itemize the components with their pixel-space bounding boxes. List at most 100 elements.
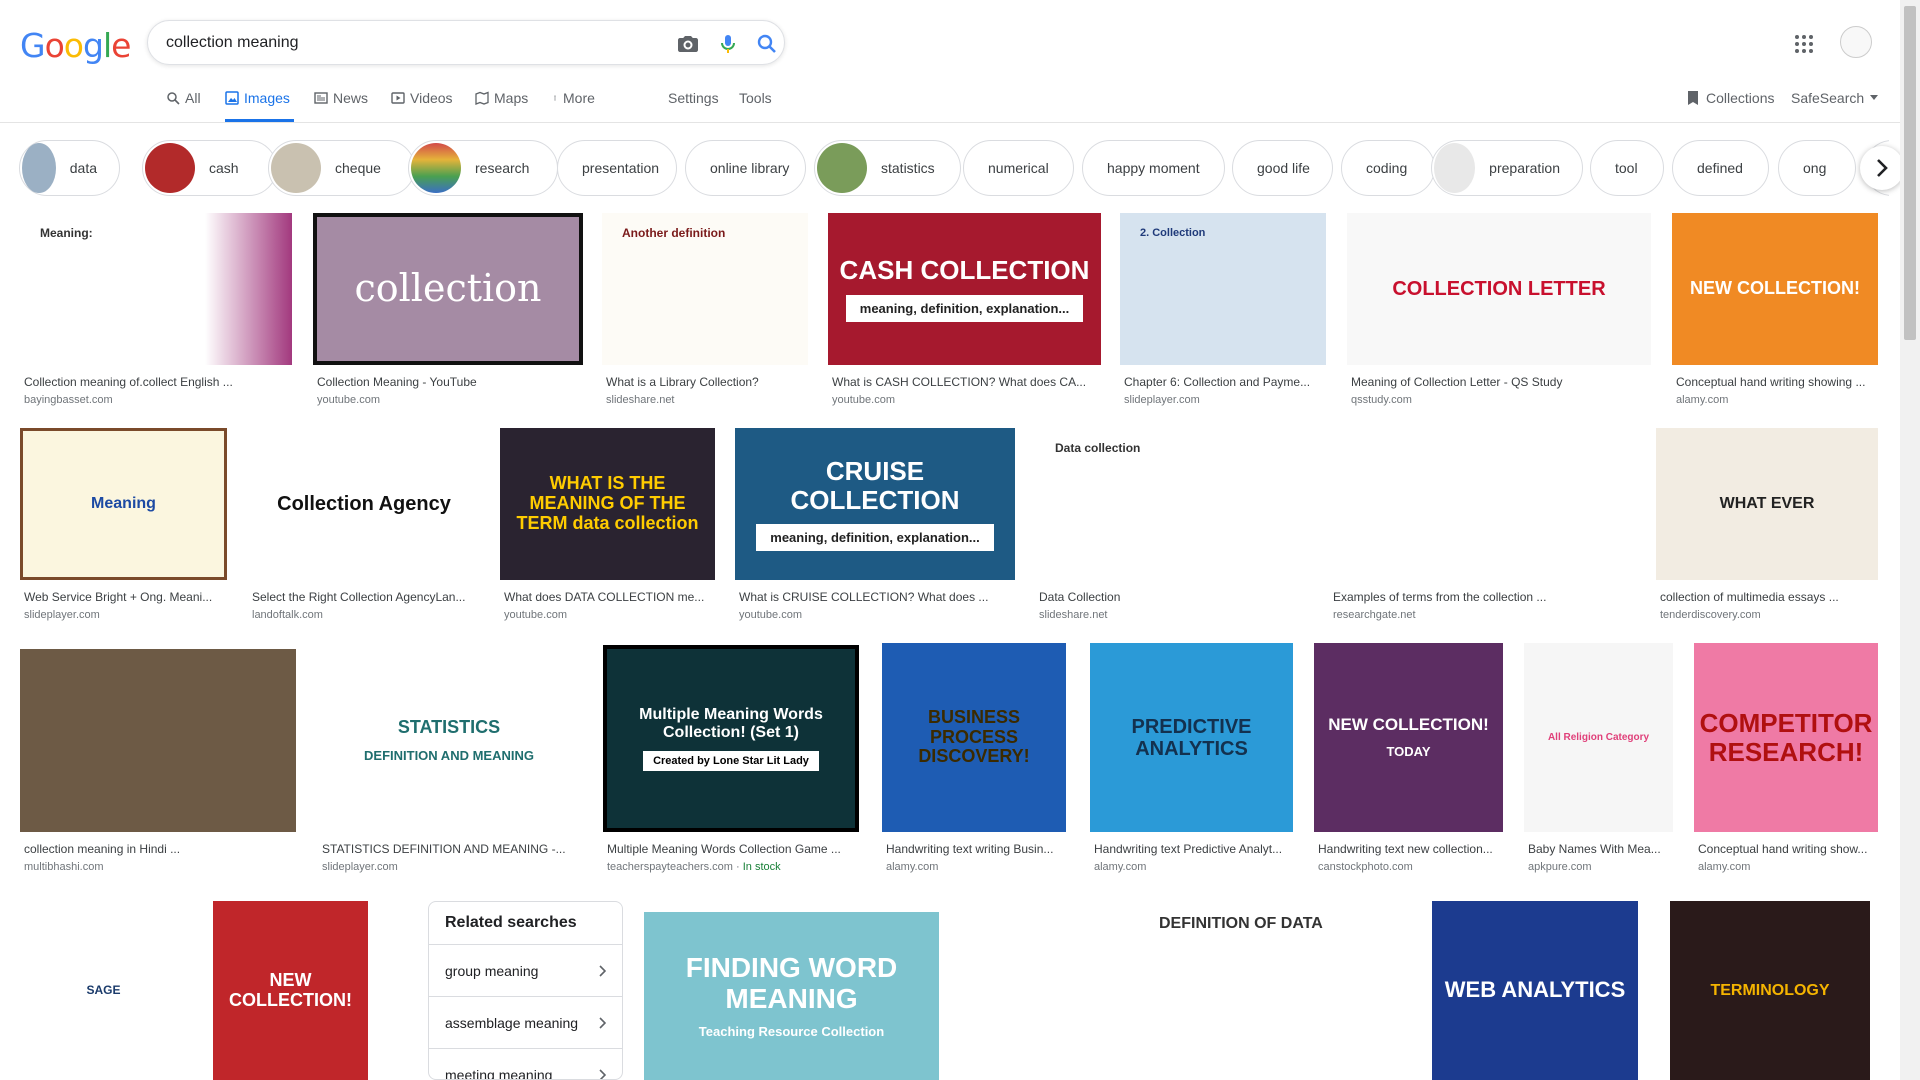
- result-thumbnail[interactable]: WHAT EVER: [1656, 428, 1878, 580]
- result-thumbnail[interactable]: WHAT IS THE MEANING OF THE TERM data col…: [500, 428, 715, 580]
- result-title[interactable]: Meaning of Collection Letter - QS Study: [1351, 375, 1647, 389]
- image-result-card[interactable]: CASH COLLECTION meaning, definition, expl…: [828, 213, 1101, 415]
- result-thumbnail[interactable]: 2. Collection: [1120, 213, 1326, 365]
- chips-next-button[interactable]: [1860, 146, 1904, 190]
- result-thumbnail[interactable]: Meaning:: [20, 213, 292, 365]
- result-title[interactable]: Web Service Bright + Ong. Meani...: [24, 590, 223, 604]
- page-scrollbar[interactable]: [1900, 0, 1920, 1080]
- chip-research[interactable]: research: [408, 140, 558, 196]
- chip-statistics[interactable]: statistics: [814, 140, 961, 196]
- image-result-card[interactable]: CRUISE COLLECTION meaning, definition, ex…: [735, 428, 1015, 630]
- image-result-card[interactable]: BUSINESS PROCESS DISCOVERY! Handwriting t…: [882, 643, 1066, 882]
- image-result-card[interactable]: COLLECTION LETTER Meaning of Collection L…: [1347, 213, 1651, 415]
- image-result-card[interactable]: collection Collection Meaning - YouTube yo…: [313, 213, 583, 415]
- result-title[interactable]: Data Collection: [1039, 590, 1304, 604]
- image-result-card[interactable]: TERMINOLOGY: [1670, 901, 1870, 1080]
- image-result-card[interactable]: COMPETITOR RESEARCH! Conceptual hand writ…: [1694, 643, 1878, 882]
- result-thumbnail[interactable]: [963, 901, 1098, 1080]
- image-result-card[interactable]: NEW COLLECTION! Conceptual hand writing s…: [1672, 213, 1878, 415]
- result-title[interactable]: Handwriting text writing Busin...: [886, 842, 1062, 856]
- image-result-card[interactable]: SAGE: [20, 901, 187, 1080]
- chip-cheque[interactable]: cheque: [268, 140, 415, 196]
- chip-preparation[interactable]: preparation: [1431, 140, 1583, 196]
- chip-numerical[interactable]: numerical: [963, 140, 1074, 196]
- chip-good-life[interactable]: good life: [1232, 140, 1333, 196]
- result-thumbnail[interactable]: All Religion Category: [1524, 643, 1673, 832]
- result-title[interactable]: Conceptual hand writing show...: [1698, 842, 1874, 856]
- result-thumbnail[interactable]: Meaning: [20, 428, 227, 580]
- tab-videos[interactable]: Videos: [391, 86, 453, 122]
- result-title[interactable]: Handwriting text new collection...: [1318, 842, 1499, 856]
- result-title[interactable]: Collection Meaning - YouTube: [317, 375, 579, 389]
- search-icon[interactable]: [755, 32, 779, 56]
- image-result-card[interactable]: Data collection Data Collection slideshare…: [1035, 428, 1308, 630]
- image-result-card[interactable]: collection meaning in Hindi ... multibhas…: [20, 649, 296, 882]
- result-thumbnail[interactable]: BUSINESS PROCESS DISCOVERY!: [882, 643, 1066, 832]
- tab-more[interactable]: More: [552, 86, 595, 122]
- result-title[interactable]: Baby Names With Mea...: [1528, 842, 1669, 856]
- result-title[interactable]: Chapter 6: Collection and Payme...: [1124, 375, 1322, 389]
- image-result-card[interactable]: WHAT EVER collection of multimedia essays…: [1656, 428, 1878, 630]
- image-result-card[interactable]: Multiple Meaning Words Collection! (Set …: [603, 645, 859, 882]
- image-result-card[interactable]: Meaning: Collection meaning of.collect En…: [20, 213, 292, 415]
- result-title[interactable]: What is CRUISE COLLECTION? What does ...: [739, 590, 1011, 604]
- result-thumbnail[interactable]: PREDICTIVE ANALYTICS: [1090, 643, 1293, 832]
- result-title[interactable]: Select the Right Collection AgencyLan...: [252, 590, 476, 604]
- image-result-card[interactable]: Meaning Web Service Bright + Ong. Meani..…: [20, 428, 227, 630]
- result-thumbnail[interactable]: CASH COLLECTION meaning, definition, expl…: [828, 213, 1101, 365]
- result-thumbnail[interactable]: NEW COLLECTION! TODAY: [1314, 643, 1503, 832]
- image-result-card[interactable]: PREDICTIVE ANALYTICS Handwriting text Pre…: [1090, 643, 1293, 882]
- mic-icon[interactable]: [716, 32, 740, 56]
- result-thumbnail[interactable]: Multiple Meaning Words Collection! (Set …: [603, 645, 859, 832]
- result-title[interactable]: collection meaning in Hindi ...: [24, 842, 292, 856]
- tab-maps[interactable]: Maps: [475, 86, 528, 122]
- avatar[interactable]: [1840, 26, 1872, 58]
- result-thumbnail[interactable]: CRUISE COLLECTION meaning, definition, ex…: [735, 428, 1015, 580]
- result-title[interactable]: Collection meaning of.collect English ..…: [24, 375, 288, 389]
- result-thumbnail[interactable]: TERMINOLOGY: [1670, 901, 1870, 1080]
- image-result-card[interactable]: NEW COLLECTION!: [213, 901, 368, 1080]
- result-thumbnail[interactable]: collection: [313, 213, 583, 365]
- scrollbar-thumb[interactable]: [1904, 6, 1916, 340]
- image-result-card[interactable]: All Religion Category Baby Names With Mea…: [1524, 643, 1673, 882]
- image-result-card[interactable]: WHAT IS THE MEANING OF THE TERM data col…: [500, 428, 715, 630]
- image-result-card[interactable]: STATISTICS DEFINITION AND MEANING STATISTI…: [318, 649, 580, 882]
- result-title[interactable]: Multiple Meaning Words Collection Game .…: [607, 842, 855, 856]
- result-thumbnail[interactable]: DEFINITION OF DATA: [1139, 901, 1404, 1080]
- result-thumbnail[interactable]: WEB ANALYTICS: [1432, 901, 1638, 1080]
- google-logo[interactable]: Google: [20, 26, 131, 65]
- chip-defined[interactable]: defined: [1672, 140, 1769, 196]
- chip-tool[interactable]: tool: [1590, 140, 1664, 196]
- image-result-card[interactable]: Examples of terms from the collection ..…: [1329, 428, 1637, 630]
- result-thumbnail[interactable]: Collection Agency: [248, 428, 480, 580]
- result-title[interactable]: What is a Library Collection?: [606, 375, 804, 389]
- result-thumbnail[interactable]: COMPETITOR RESEARCH!: [1694, 643, 1878, 832]
- related-search-item[interactable]: assemblage meaning: [429, 997, 622, 1049]
- chip-data[interactable]: data: [19, 140, 120, 196]
- tab-all[interactable]: All: [166, 86, 201, 122]
- search-input[interactable]: [166, 31, 636, 55]
- apps-grid-icon[interactable]: [1794, 34, 1814, 54]
- result-thumbnail[interactable]: Another definition: [602, 213, 808, 365]
- tab-images[interactable]: Images: [225, 86, 294, 122]
- result-title[interactable]: collection of multimedia essays ...: [1660, 590, 1874, 604]
- tools-link[interactable]: Tools: [739, 86, 772, 122]
- image-result-card[interactable]: DEFINITION OF DATA: [1139, 901, 1404, 1080]
- result-thumbnail[interactable]: NEW COLLECTION!: [213, 901, 368, 1080]
- result-title[interactable]: Handwriting text Predictive Analyt...: [1094, 842, 1289, 856]
- chip-online-library[interactable]: online library: [685, 140, 806, 196]
- result-thumbnail[interactable]: [20, 649, 296, 832]
- result-thumbnail[interactable]: FINDING WORD MEANING Teaching Resource Co…: [644, 912, 939, 1080]
- settings-link[interactable]: Settings: [668, 86, 719, 122]
- result-thumbnail[interactable]: [1329, 428, 1637, 580]
- chip-presentation[interactable]: presentation: [557, 140, 677, 196]
- image-result-card[interactable]: Collection Agency Select the Right Collec…: [248, 428, 480, 630]
- result-thumbnail[interactable]: COLLECTION LETTER: [1347, 213, 1651, 365]
- result-title[interactable]: What does DATA COLLECTION me...: [504, 590, 711, 604]
- chip-happy-moment[interactable]: happy moment: [1082, 140, 1225, 196]
- image-result-card[interactable]: 2. Collection Chapter 6: Collection and P…: [1120, 213, 1326, 415]
- result-thumbnail[interactable]: Data collection: [1035, 428, 1308, 580]
- tab-news[interactable]: News: [314, 86, 368, 122]
- collections-link[interactable]: Collections: [1686, 90, 1774, 106]
- image-result-card[interactable]: FINDING WORD MEANING Teaching Resource Co…: [644, 912, 939, 1080]
